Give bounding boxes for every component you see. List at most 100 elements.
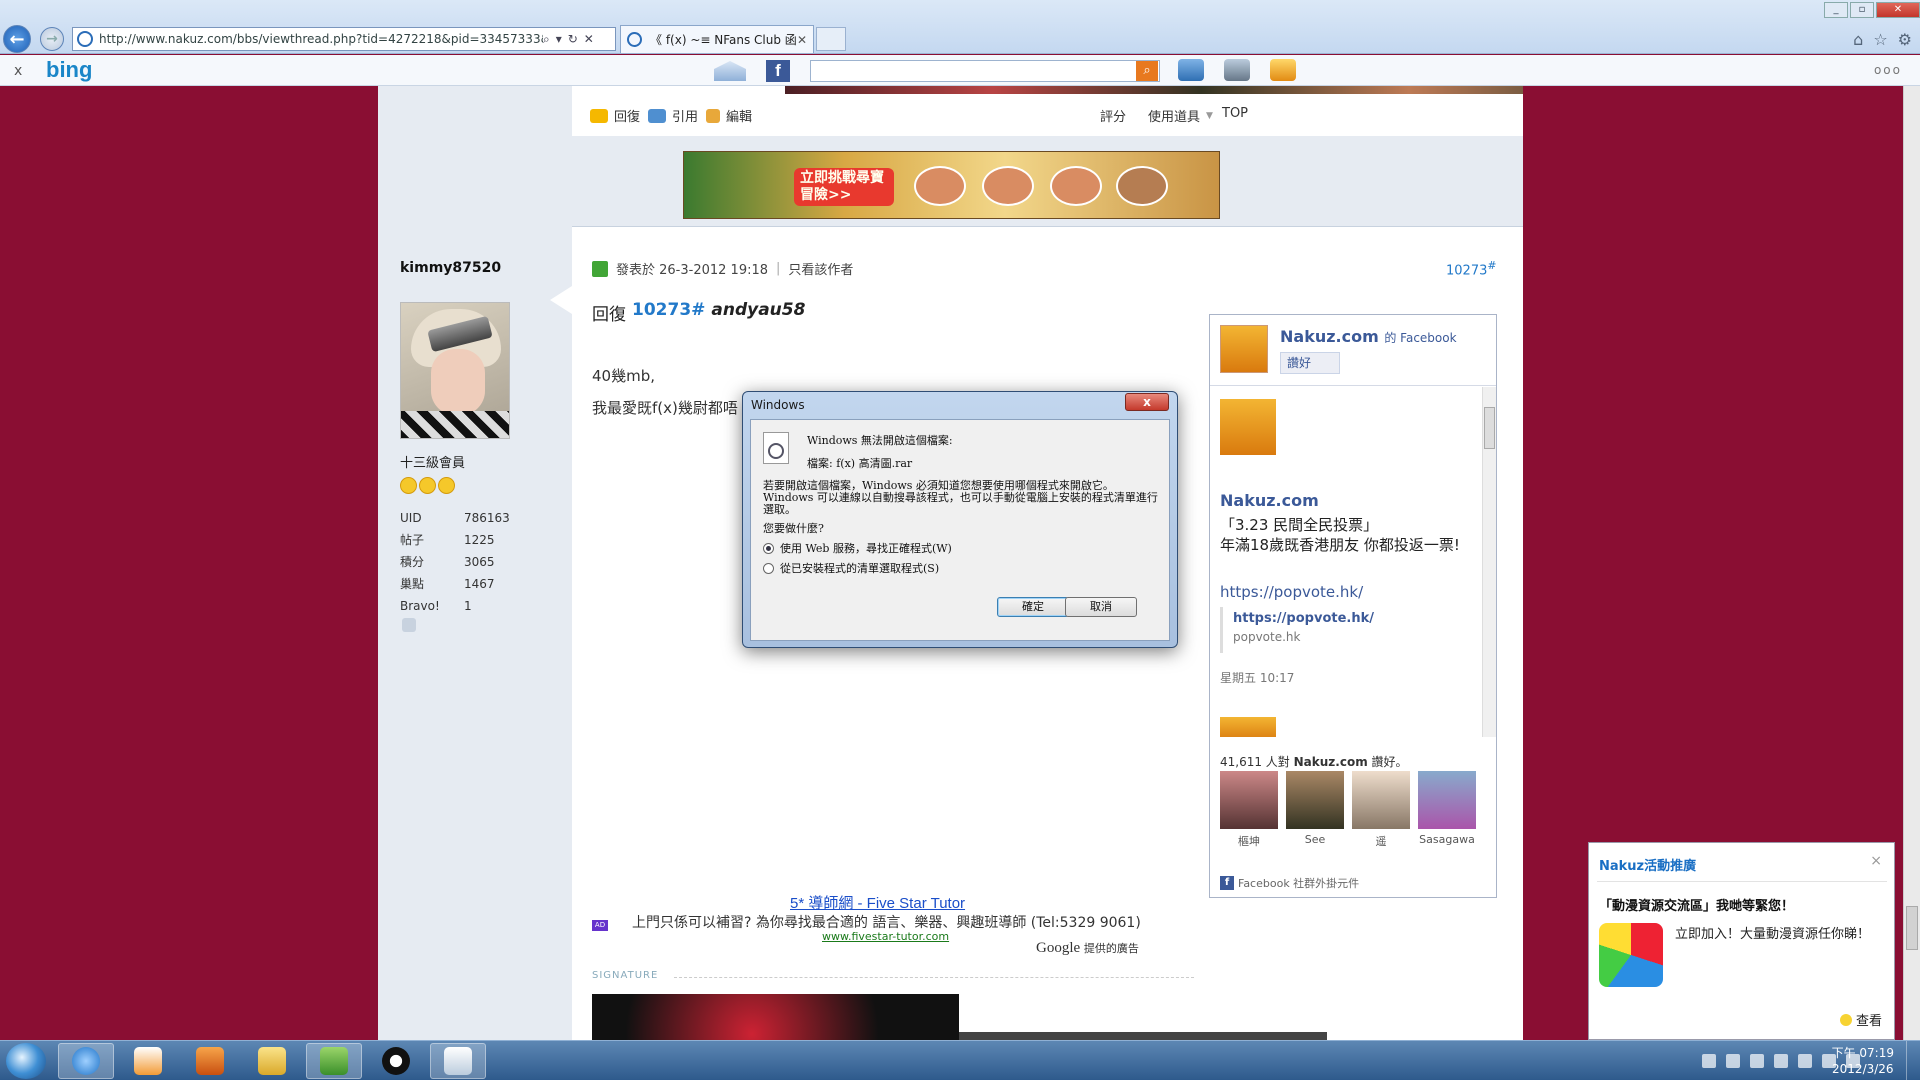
address-bar[interactable]: http://www.nakuz.com/bbs/viewthread.php?…	[72, 27, 616, 51]
floor-value[interactable]: 10273	[1446, 263, 1487, 278]
quote-label[interactable]: 引用	[672, 106, 698, 125]
facebook-icon[interactable]: f	[766, 60, 790, 82]
weather-icon[interactable]	[1270, 59, 1296, 81]
fan-photo[interactable]	[1352, 771, 1410, 829]
fan-face[interactable]: 樞坤	[1220, 771, 1278, 849]
radio-installed-list[interactable]	[763, 562, 774, 574]
taskbar-office[interactable]	[182, 1043, 238, 1079]
bing-close-icon[interactable]: x	[14, 63, 22, 79]
message-icon[interactable]	[402, 618, 416, 632]
taskbar-explorer[interactable]	[244, 1043, 300, 1079]
tools-label[interactable]: 使用道具	[1148, 106, 1200, 125]
top-label[interactable]: TOP	[1222, 106, 1248, 121]
tray-app-icon[interactable]	[1750, 1054, 1764, 1068]
bing-logo[interactable]: bing	[46, 57, 92, 83]
address-url[interactable]: http://www.nakuz.com/bbs/viewthread.php?…	[99, 32, 543, 46]
fb-feed-scrollbar[interactable]	[1482, 387, 1496, 737]
fan-face[interactable]: Sasagawa	[1418, 771, 1476, 849]
ok-button[interactable]: 確定	[997, 597, 1069, 617]
taskbar-media-player[interactable]	[120, 1043, 176, 1079]
tray-up-arrow-icon[interactable]	[1774, 1054, 1788, 1068]
promo-image[interactable]	[1599, 923, 1663, 987]
google-logo[interactable]: Google	[1036, 940, 1080, 956]
clock-time[interactable]: 下午 07:19	[1832, 1045, 1894, 1061]
fb-next-post-avatar[interactable]	[1220, 717, 1276, 737]
avatar[interactable]	[400, 302, 510, 439]
fan-photo[interactable]	[1286, 771, 1344, 829]
notification-close-icon[interactable]: ×	[1870, 853, 1882, 869]
reply-floor-link[interactable]: 10273#	[632, 300, 705, 325]
taskbar-messenger[interactable]	[306, 1043, 362, 1079]
tray-help-icon[interactable]	[1726, 1054, 1740, 1068]
radio-web-service[interactable]	[763, 542, 774, 554]
fan-face[interactable]: 遥	[1352, 771, 1410, 849]
option-web-label[interactable]: 使用 Web 服務，尋找正確程式(W)	[780, 540, 952, 556]
edit-action[interactable]: 編輯	[706, 106, 752, 125]
fb-post-time[interactable]: 星期五 10:17	[1220, 669, 1294, 686]
fb-post-author[interactable]: Nakuz.com	[1220, 491, 1319, 510]
fb-post-avatar[interactable]	[1220, 399, 1276, 455]
notification-title[interactable]: 「動漫資源交流區」我哋等緊您！	[1599, 895, 1794, 914]
tray-keyboard-icon[interactable]	[1702, 1054, 1716, 1068]
reply-label[interactable]: 回復	[614, 106, 640, 125]
bing-search-button[interactable]: ⌕	[1136, 61, 1158, 81]
game-banner-ad[interactable]: 立即挑戰尋寶冒險>>	[683, 151, 1220, 219]
google-ads-sub[interactable]: 提供的廣告	[1084, 943, 1139, 955]
only-author-link[interactable]: 只看該作者	[788, 259, 853, 278]
start-button[interactable]	[6, 1043, 46, 1079]
option-web-service[interactable]: 使用 Web 服務，尋找正確程式(W)	[763, 540, 952, 556]
mail-icon[interactable]	[714, 61, 746, 81]
view-button[interactable]: 查看	[1839, 1010, 1882, 1029]
window-close-button[interactable]: ✕	[1876, 2, 1920, 18]
video-icon[interactable]	[1224, 59, 1250, 81]
gear-icon[interactable]: ⚙	[1898, 30, 1912, 49]
fb-scroll-thumb[interactable]	[1484, 407, 1495, 449]
fan-name[interactable]: 遥	[1376, 835, 1387, 848]
option-installed-list[interactable]: 從已安裝程式的清單選取程式(S)	[763, 560, 939, 576]
google-ads-label[interactable]: Google 提供的廣告	[1036, 940, 1139, 957]
reply-action[interactable]: 回復	[590, 106, 640, 125]
fan-photo[interactable]	[1220, 771, 1278, 829]
show-desktop-button[interactable]	[1906, 1041, 1920, 1080]
maximize-button[interactable]: ▫	[1850, 2, 1874, 18]
fan-face[interactable]: See	[1286, 771, 1344, 849]
tab-close-icon[interactable]: ✕	[797, 33, 813, 47]
bing-more-icon[interactable]: ooo	[1874, 63, 1902, 77]
fan-photo[interactable]	[1418, 771, 1476, 829]
option-list-label[interactable]: 從已安裝程式的清單選取程式(S)	[780, 560, 939, 576]
fan-name[interactable]: Sasagawa	[1419, 833, 1475, 846]
minimize-button[interactable]: _	[1824, 2, 1848, 18]
fb-page-title[interactable]: Nakuz.com	[1280, 327, 1379, 346]
fans-page[interactable]: Nakuz.com	[1294, 755, 1368, 769]
view-label[interactable]: 查看	[1856, 1010, 1882, 1029]
banner-cta[interactable]: 立即挑戰尋寶冒險>>	[794, 168, 894, 206]
forward-button[interactable]: →	[40, 27, 64, 51]
home-icon[interactable]: ⌂	[1853, 30, 1863, 49]
rate-label[interactable]: 評分	[1100, 106, 1126, 125]
rate-action[interactable]: 評分	[1100, 106, 1126, 125]
bing-search-input[interactable]	[810, 60, 1160, 82]
fb-footer-text[interactable]: Facebook 社群外掛元件	[1238, 875, 1359, 891]
taskbar-clock[interactable]: 下午 07:19 2012/3/26	[1832, 1045, 1894, 1077]
author-name[interactable]: kimmy87520	[400, 260, 501, 276]
tray-flag-icon[interactable]	[1798, 1054, 1812, 1068]
clock-date[interactable]: 2012/3/26	[1832, 1061, 1894, 1077]
favorites-star-icon[interactable]: ☆	[1873, 30, 1887, 49]
quote-action[interactable]: 引用	[648, 106, 698, 125]
news-icon[interactable]	[1178, 59, 1204, 81]
tools-action[interactable]: 使用道具 ▼	[1148, 106, 1213, 125]
ad-url-link[interactable]: www.fivestar-tutor.com	[822, 930, 949, 943]
address-tools[interactable]: ⌕▾↻✕	[543, 32, 615, 47]
fb-page-name[interactable]: Nakuz.com 的 Facebook	[1280, 327, 1457, 346]
taskbar-ie[interactable]	[58, 1043, 114, 1079]
taskbar-qq[interactable]	[368, 1043, 424, 1079]
browser-tab[interactable]: 《 f(x) ~≡ NFans Club 函數... ✕	[620, 25, 814, 53]
edit-label[interactable]: 編輯	[726, 106, 752, 125]
taskbar-document[interactable]	[430, 1043, 486, 1079]
fan-name[interactable]: 樞坤	[1238, 835, 1260, 848]
fb-shared-link[interactable]: https://popvote.hk/ popvote.hk	[1220, 607, 1470, 653]
fb-share-title[interactable]: https://popvote.hk/	[1233, 611, 1470, 626]
page-scrollbar[interactable]	[1903, 86, 1920, 1040]
page-scroll-thumb[interactable]	[1906, 906, 1918, 950]
fb-like-button[interactable]: 讚好	[1280, 352, 1340, 374]
